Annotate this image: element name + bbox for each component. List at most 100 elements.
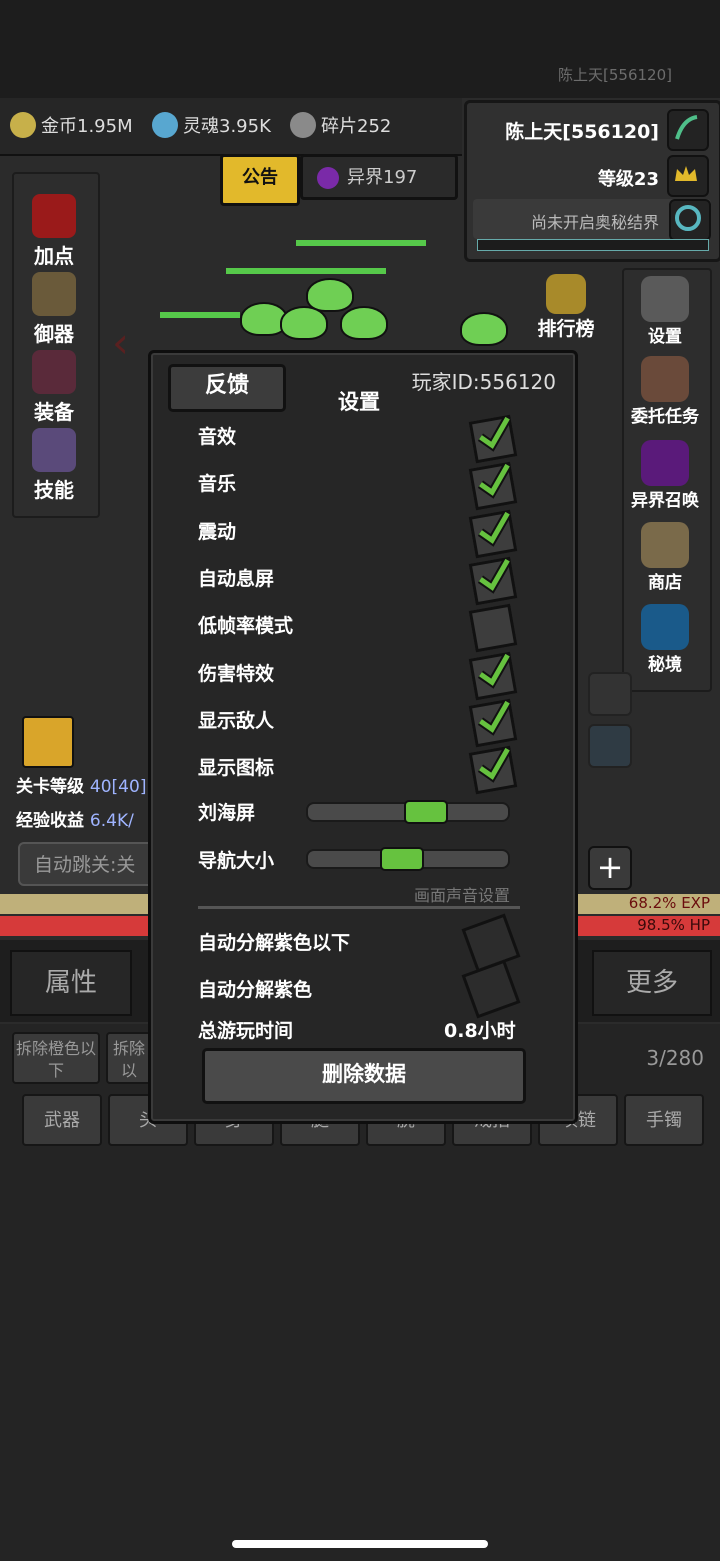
tab-attributes[interactable]: 属性 [10, 950, 132, 1016]
settings-title: 设置 [338, 390, 380, 414]
menu-weapon-control[interactable]: 御器 [12, 272, 96, 347]
gear-icon [641, 276, 689, 322]
letter-icon [641, 356, 689, 402]
mystic-seal-box[interactable]: 尚未开启奥秘结界 [473, 199, 711, 241]
inventory-count: 3/280 [646, 1046, 704, 1070]
crown-icon[interactable] [667, 155, 709, 197]
tab-notice[interactable]: 公告 [220, 154, 300, 206]
menu-secret-realm[interactable]: 秘境 [622, 604, 708, 675]
menu-equipment[interactable]: 装备 [12, 350, 96, 425]
person-icon[interactable] [588, 724, 632, 768]
plus-icon[interactable]: + [588, 846, 632, 890]
hp-text: 98.5% HP [637, 916, 710, 934]
gold-coin-icon [10, 112, 36, 138]
skill-arrow-icon[interactable] [22, 716, 74, 768]
shop-bag-icon [641, 522, 689, 568]
orb-icon [641, 604, 689, 650]
trophy-icon [546, 274, 586, 314]
setting-checkbox[interactable] [468, 603, 518, 653]
sword-icon [32, 272, 76, 316]
delete-data-button[interactable]: 删除数据 [202, 1048, 526, 1104]
menu-add-points[interactable]: 加点 [12, 194, 96, 269]
player-id: 玩家ID:556120 [411, 370, 556, 394]
auto-dismantle-purple-label: 自动分解紫色 [198, 979, 313, 1001]
section-title: 画面声音设置 [413, 886, 510, 905]
menu-realm-summon[interactable]: 异界召唤 [622, 440, 708, 511]
setting-checkbox[interactable] [468, 698, 518, 748]
menu-commission[interactable]: 委托任务 [622, 356, 708, 427]
setting-label: 音效 [198, 426, 237, 448]
checkmark-icon [477, 510, 512, 547]
seal-text: 尚未开启奥秘结界 [530, 213, 659, 232]
auto-dismantle-below-purple-label: 自动分解紫色以下 [198, 932, 351, 954]
playtime-label: 总游玩时间 [198, 1020, 294, 1042]
setting-label: 自动息屏 [198, 568, 275, 590]
class-icon[interactable] [667, 109, 709, 151]
slider-handle[interactable] [404, 800, 448, 824]
enemy-slime [340, 306, 388, 340]
nav-size-slider[interactable] [306, 847, 510, 871]
notch-label: 刘海屏 [198, 802, 256, 824]
menu-shop[interactable]: 商店 [622, 522, 708, 593]
setting-checkbox[interactable] [468, 509, 518, 559]
checkmark-icon [477, 746, 512, 783]
menu-skills[interactable]: 技能 [12, 428, 96, 503]
checkmark-icon [477, 557, 512, 594]
seal-progress-bar [477, 239, 709, 251]
feedback-button[interactable]: 反馈 [168, 364, 286, 412]
soul-icon [152, 112, 178, 138]
checkmark-icon [477, 652, 512, 689]
checkmark-icon [477, 462, 512, 499]
setting-label: 低帧率模式 [198, 615, 294, 637]
realm-portal-icon [317, 167, 339, 189]
enemy-slime [280, 306, 328, 340]
swirl-icon [669, 199, 711, 241]
setting-label: 显示图标 [198, 757, 275, 779]
left-arrow-icon[interactable]: ‹ [112, 318, 129, 367]
setting-checkbox[interactable] [468, 414, 518, 464]
nav-size-label: 导航大小 [198, 850, 275, 872]
divider [198, 906, 520, 909]
slot-weapon[interactable]: 武器 [22, 1094, 102, 1146]
shield-star-icon [32, 350, 76, 394]
stage-level: 关卡等级 40[40] [16, 777, 147, 797]
tab-more[interactable]: 更多 [592, 950, 712, 1016]
menu-leaderboard[interactable]: 排行榜 [530, 274, 602, 341]
dismantle-button[interactable]: 拆除以 [106, 1032, 152, 1084]
slider-handle[interactable] [380, 847, 424, 871]
setting-label: 震动 [198, 521, 237, 543]
setting-checkbox[interactable] [468, 461, 518, 511]
setting-checkbox[interactable] [468, 651, 518, 701]
setting-checkbox[interactable] [468, 745, 518, 795]
player-name-top: 陈上天[556120] [558, 66, 672, 84]
menu-settings[interactable]: 设置 [622, 276, 708, 347]
notch-slider[interactable] [306, 800, 510, 824]
enemy-slime [460, 312, 508, 346]
enemy-hp-bar [296, 240, 426, 246]
shard-resource: 碎片252 [290, 112, 391, 138]
tab-realm[interactable]: 异界197 [300, 154, 458, 200]
shard-icon [290, 112, 316, 138]
exp-gain: 经验收益 6.4K/ [16, 811, 134, 831]
checkmark-icon [477, 415, 512, 452]
player-level: 等级23 [597, 169, 659, 190]
setting-label: 音乐 [198, 473, 237, 495]
soul-resource: 灵魂3.95K [152, 112, 271, 138]
checkmark-icon [477, 699, 512, 736]
exp-text: 68.2% EXP [628, 894, 710, 912]
blood-drop-icon [32, 194, 76, 238]
setting-checkbox[interactable] [468, 556, 518, 606]
enemy-hp-bar [160, 312, 240, 318]
enemy-hp-bar [226, 268, 386, 274]
gold-resource: 金币1.95M [10, 112, 133, 138]
portal-icon [641, 440, 689, 486]
setting-label: 显示敌人 [198, 710, 275, 732]
playtime-value: 0.8小时 [444, 1020, 516, 1042]
scroll-icon [32, 428, 76, 472]
setting-label: 伤害特效 [198, 663, 275, 685]
dismantle-orange-button[interactable]: 拆除橙色以下 [12, 1032, 100, 1084]
player-name: 陈上天[556120] [505, 121, 659, 143]
slot-bracelet[interactable]: 手镯 [624, 1094, 704, 1146]
person-icon[interactable] [588, 672, 632, 716]
auto-jump-toggle[interactable]: 自动跳关:关 [18, 842, 158, 886]
